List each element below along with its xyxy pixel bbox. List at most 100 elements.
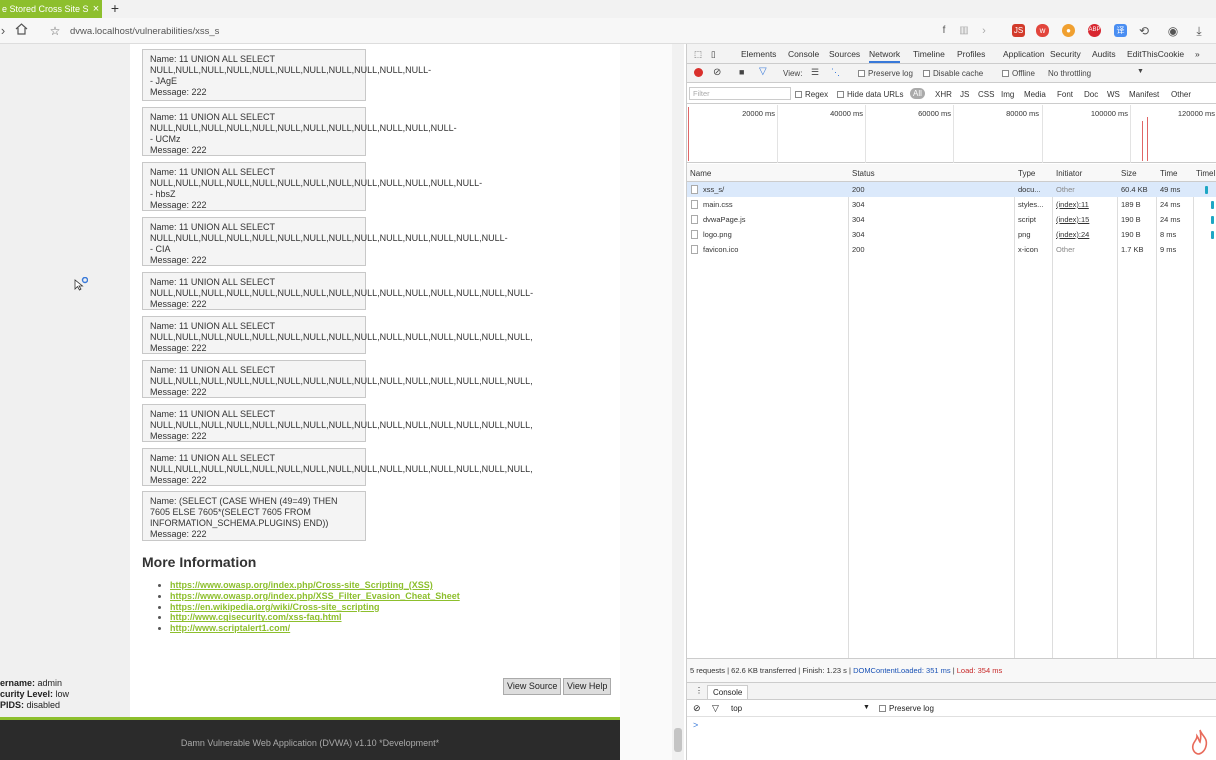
column-header-time[interactable]: Time [1160, 169, 1177, 178]
entry-name: Name: (SELECT (CASE WHEN (49=49) THEN 76… [150, 496, 338, 528]
request-row[interactable]: dvwaPage.js 304 script (index):15 190 B … [687, 212, 1216, 227]
chevron-down-icon[interactable]: ▼ [863, 704, 870, 711]
tab-elements[interactable]: Elements [741, 49, 776, 59]
request-initiator[interactable]: (index):15 [1056, 215, 1089, 224]
tab-application[interactable]: Application [1003, 49, 1045, 59]
scrollbar-thumb[interactable] [674, 728, 682, 752]
drawer-menu-icon[interactable]: ⋮ [695, 686, 703, 695]
throttling-select[interactable]: No throttling [1048, 69, 1091, 78]
adblock-icon[interactable]: ABP [1088, 24, 1101, 37]
view-help-button[interactable]: View Help [563, 678, 612, 695]
filter-type-css[interactable]: CSS [978, 90, 994, 99]
back-icon[interactable]: › [0, 22, 6, 40]
filter-type-js[interactable]: JS [960, 90, 969, 99]
request-row[interactable]: main.css 304 styles... (index):11 189 B … [687, 197, 1216, 212]
console-prompt[interactable]: > [693, 720, 698, 730]
extension-dark-icon[interactable]: ◉ [1166, 22, 1180, 40]
more-info-link[interactable]: https://en.wikipedia.org/wiki/Cross-site… [170, 602, 380, 612]
column-header-name[interactable]: Name [690, 169, 711, 178]
console-preserve-log-checkbox[interactable]: Preserve log [879, 704, 934, 713]
devtools-tabbar: ⬚ ▯ Elements Console Sources Network Tim… [687, 44, 1216, 64]
more-tabs-icon[interactable]: » [1195, 49, 1200, 59]
more-info-link[interactable]: https://www.owasp.org/index.php/Cross-si… [170, 580, 433, 590]
waterfall-icon[interactable]: ⋱ [831, 67, 840, 78]
record-icon[interactable] [694, 68, 703, 77]
network-overview[interactable]: 20000 ms 40000 ms 60000 ms 80000 ms 1000… [687, 105, 1216, 163]
new-tab-icon[interactable]: + [108, 0, 122, 18]
guestbook-entry: Name: 11 UNION ALL SELECT NULL,NULL,NULL… [142, 162, 482, 211]
tab-profiles[interactable]: Profiles [957, 49, 985, 59]
download-icon[interactable]: ⤓ [1192, 22, 1206, 40]
clear-console-icon[interactable]: ⊘ [693, 703, 701, 714]
regex-checkbox[interactable]: Regex [795, 90, 828, 99]
request-row[interactable]: xss_s/ 200 docu... Other 60.4 KB 49 ms [687, 182, 1216, 197]
column-header-timeline[interactable]: Timel [1196, 169, 1215, 178]
request-row[interactable]: logo.png 304 png (index):24 190 B 8 ms [687, 227, 1216, 242]
request-initiator[interactable]: (index):24 [1056, 230, 1089, 239]
filter-type-other[interactable]: Other [1171, 90, 1191, 99]
drawer-tab-console[interactable]: Console [707, 685, 749, 699]
username-label: ername: [0, 678, 36, 688]
inspect-icon[interactable]: ⬚ [694, 49, 702, 60]
filter-type-img[interactable]: Img [1001, 90, 1014, 99]
view-source-button[interactable]: View Source [503, 678, 562, 695]
column-header-status[interactable]: Status [852, 169, 875, 178]
entry-message: Message: 222 [150, 255, 207, 265]
page-scrollbar[interactable] [672, 44, 684, 760]
capture-screenshots-icon[interactable]: ■ [739, 67, 744, 77]
preserve-log-checkbox[interactable]: Preserve log [858, 69, 913, 78]
tab-sources[interactable]: Sources [829, 49, 860, 59]
context-select[interactable]: top [731, 704, 742, 713]
extension-red-icon[interactable]: JS [1012, 24, 1025, 37]
forward-icon[interactable]: › [978, 22, 990, 40]
more-info-link[interactable]: https://www.owasp.org/index.php/XSS_Filt… [170, 591, 460, 601]
request-type: docu... [1018, 185, 1041, 194]
device-toggle-icon[interactable]: ▯ [711, 49, 716, 60]
undo-icon[interactable]: ⟲ [1136, 22, 1152, 40]
tab-network[interactable]: Network [869, 49, 901, 63]
cookie-icon[interactable]: ● [1062, 24, 1075, 37]
column-header-type[interactable]: Type [1018, 169, 1035, 178]
filter-type-font[interactable]: Font [1057, 90, 1073, 99]
url-field[interactable]: dvwa.localhost/vulnerabilities/xss_s [70, 26, 219, 37]
disable-cache-checkbox[interactable]: Disable cache [923, 69, 983, 78]
home-icon[interactable] [12, 22, 30, 40]
request-row[interactable]: favicon.ico 200 x-icon Other 1.7 KB 9 ms [687, 242, 1216, 257]
filter-type-manifest[interactable]: Manifest [1129, 90, 1159, 99]
grid-icon[interactable]: ▥ [958, 22, 970, 40]
guestbook-entry: Name: 11 UNION ALL SELECT NULL,NULL,NULL… [142, 404, 533, 442]
chevron-down-icon[interactable]: ▼ [1137, 68, 1144, 75]
filter-type-media[interactable]: Media [1024, 90, 1046, 99]
filter-type-all[interactable]: All [910, 88, 925, 99]
column-header-size[interactable]: Size [1121, 169, 1137, 178]
share-icon[interactable]: f [938, 22, 950, 40]
filter-icon[interactable]: ▽ [759, 66, 767, 77]
entry-name: Name: 11 UNION ALL SELECT NULL,NULL,NULL… [150, 112, 457, 144]
browser-tab[interactable]: e Stored Cross Site S [0, 0, 102, 18]
bookmark-star-icon[interactable]: ☆ [48, 22, 62, 40]
translate-icon[interactable]: 译 [1114, 24, 1127, 37]
hide-data-urls-checkbox[interactable]: Hide data URLs [837, 90, 903, 99]
request-size: 1.7 KB [1121, 245, 1144, 254]
tab-security[interactable]: Security [1050, 49, 1081, 59]
large-rows-icon[interactable]: ☰ [811, 67, 819, 78]
tab-timeline[interactable]: Timeline [913, 49, 945, 59]
network-filter-bar: Filter Regex Hide data URLs All XHR JS C… [687, 84, 1216, 104]
filter-type-ws[interactable]: WS [1107, 90, 1120, 99]
close-tab-icon[interactable]: × [90, 0, 102, 18]
tab-audits[interactable]: Audits [1092, 49, 1116, 59]
filter-input[interactable]: Filter [689, 87, 791, 100]
request-initiator[interactable]: (index):11 [1056, 200, 1089, 209]
tab-console[interactable]: Console [788, 49, 819, 59]
more-info-link[interactable]: http://www.scriptalert1.com/ [170, 623, 290, 633]
column-header-initiator[interactable]: Initiator [1056, 169, 1082, 178]
tab-editthiscookie[interactable]: EditThisCookie [1127, 49, 1184, 59]
filter-icon[interactable]: ▽ [712, 703, 719, 714]
offline-checkbox[interactable]: Offline [1002, 69, 1035, 78]
summary-requests: 5 requests [690, 666, 726, 675]
filter-type-xhr[interactable]: XHR [935, 90, 952, 99]
weibo-icon[interactable]: w [1036, 24, 1049, 37]
more-info-link[interactable]: http://www.cgisecurity.com/xss-faq.html [170, 612, 342, 622]
clear-icon[interactable]: ⊘ [713, 67, 721, 78]
filter-type-doc[interactable]: Doc [1084, 90, 1098, 99]
